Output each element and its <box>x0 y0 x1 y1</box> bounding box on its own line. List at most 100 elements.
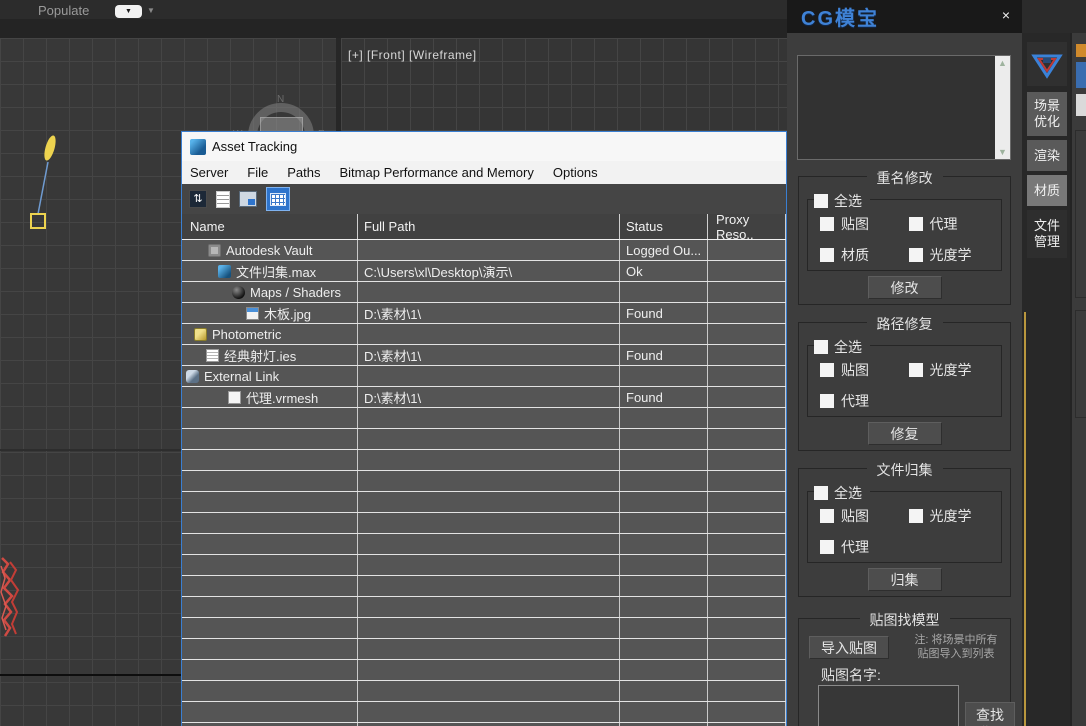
plugin-titlebar[interactable]: CG模宝 × <box>787 0 1022 33</box>
table-row[interactable]: 木板.jpg D:\素材\1\ Found <box>182 303 786 324</box>
dialog-menubar: Server File Paths Bitmap Performance and… <box>182 161 786 184</box>
max-scene-icon <box>218 265 231 278</box>
menu-options[interactable]: Options <box>553 165 598 180</box>
tab-scene-optimize[interactable]: 场景优化 <box>1027 92 1067 136</box>
table-row[interactable]: 代理.vrmesh D:\素材\1\ Found <box>182 387 786 408</box>
checkbox <box>909 248 923 262</box>
red-wireframe-object[interactable] <box>0 550 30 650</box>
checkbox <box>820 540 834 554</box>
map-name-label: 贴图名字: <box>821 665 881 685</box>
table-row[interactable]: Photometric <box>182 324 786 345</box>
dialog-titlebar[interactable]: Asset Tracking <box>182 132 786 161</box>
tab-file-manage[interactable]: 文件管理 <box>1027 210 1067 258</box>
rename-select-all[interactable]: 全选 <box>814 191 870 211</box>
pathfix-select-all[interactable]: 全选 <box>814 337 870 357</box>
table-row-empty[interactable] <box>182 534 786 555</box>
collect-option-photometric[interactable]: 光度学 <box>909 506 998 526</box>
tab-material[interactable]: 材质 <box>1027 175 1067 206</box>
rename-apply-button[interactable]: 修改 <box>868 276 942 299</box>
table-view-icon[interactable] <box>266 187 290 211</box>
table-row-empty[interactable] <box>182 660 786 681</box>
checkbox <box>814 194 828 208</box>
cg-logo-icon <box>1030 47 1064 81</box>
table-row[interactable]: Autodesk Vault Logged Ou... <box>182 240 786 261</box>
cg-logo-tile[interactable] <box>1027 42 1067 86</box>
pathfix-section: 路径修复 全选 贴图 光度学 代理 修复 <box>798 322 1011 451</box>
table-row-empty[interactable] <box>182 408 786 429</box>
ribbon-collapse-button[interactable]: ▼ <box>115 5 142 18</box>
command-panel-orange-icon[interactable] <box>1076 44 1086 57</box>
scroll-down-icon[interactable]: ▼ <box>998 145 1007 159</box>
table-row-empty[interactable] <box>182 702 786 723</box>
menu-server[interactable]: Server <box>190 165 228 180</box>
refresh-icon[interactable]: ⇅ <box>189 190 207 208</box>
plugin-listbox[interactable]: ▲ ▼ <box>797 55 1011 160</box>
collect-option-proxy[interactable]: 代理 <box>820 537 909 557</box>
rename-option-material[interactable]: 材质 <box>820 245 909 265</box>
ribbon-dropdown-arrow-icon[interactable]: ▼ <box>147 6 155 15</box>
pathfix-option-maps[interactable]: 贴图 <box>820 360 909 380</box>
tab-render[interactable]: 渲染 <box>1027 140 1067 171</box>
table-row[interactable]: Maps / Shaders <box>182 282 786 303</box>
rename-option-maps[interactable]: 贴图 <box>820 214 909 234</box>
column-status[interactable]: Status <box>620 214 708 239</box>
rename-section: 重名修改 全选 贴图 代理 材质 光度学 修改 <box>798 176 1011 305</box>
collect-select-all[interactable]: 全选 <box>814 483 870 503</box>
vault-icon <box>208 244 221 257</box>
scroll-up-icon[interactable]: ▲ <box>998 56 1007 70</box>
command-panel-group-outline <box>1075 130 1086 298</box>
table-row-empty[interactable] <box>182 492 786 513</box>
table-row-empty[interactable] <box>182 471 786 492</box>
import-maps-button[interactable]: 导入贴图 <box>809 636 889 659</box>
column-full-path[interactable]: Full Path <box>358 214 620 239</box>
table-row-empty[interactable] <box>182 513 786 534</box>
command-panel-white-control[interactable] <box>1076 94 1086 116</box>
bitmap-file-icon <box>246 307 259 320</box>
column-proxy[interactable]: Proxy Reso.. <box>708 214 786 239</box>
dialog-title: Asset Tracking <box>212 139 297 154</box>
table-row[interactable]: 文件归集.max C:\Users\xl\Desktop\演示\ Ok <box>182 261 786 282</box>
table-row-empty[interactable] <box>182 681 786 702</box>
viewport-label[interactable]: [+] [Front] [Wireframe] <box>348 48 477 62</box>
max-app-icon <box>190 139 206 155</box>
menu-bitmap-performance[interactable]: Bitmap Performance and Memory <box>340 165 534 180</box>
pathfix-option-proxy[interactable]: 代理 <box>820 391 909 411</box>
collect-section-title: 文件归集 <box>867 462 943 478</box>
pathfix-option-photometric[interactable]: 光度学 <box>909 360 998 380</box>
rename-option-proxy[interactable]: 代理 <box>909 214 998 234</box>
find-model-button[interactable]: 查找 模型 <box>965 702 1015 726</box>
table-row-empty[interactable] <box>182 576 786 597</box>
populate-menu[interactable]: Populate <box>38 3 89 18</box>
shader-icon <box>232 286 245 299</box>
viewcube-compass-n[interactable]: N <box>277 94 284 105</box>
collect-option-maps[interactable]: 贴图 <box>820 506 909 526</box>
table-row-empty[interactable] <box>182 639 786 660</box>
target-light-object[interactable] <box>25 130 70 230</box>
table-row-empty[interactable] <box>182 555 786 576</box>
screen: Populate ▼ ▼ TOP N W E [+] [Front] [Wire… <box>0 0 1086 726</box>
collect-apply-button[interactable]: 归集 <box>868 568 942 591</box>
findmodel-section-title: 贴图找模型 <box>860 612 950 628</box>
path-editor-icon[interactable] <box>239 191 257 207</box>
map-name-input[interactable] <box>818 685 959 726</box>
command-panel-blue-control[interactable] <box>1076 62 1086 88</box>
table-row[interactable]: External Link <box>182 366 786 387</box>
rename-option-photometric[interactable]: 光度学 <box>909 245 998 265</box>
command-panel-group-outline <box>1075 310 1086 418</box>
checkbox <box>909 509 923 523</box>
table-row-empty[interactable] <box>182 597 786 618</box>
menu-file[interactable]: File <box>247 165 268 180</box>
pathfix-apply-button[interactable]: 修复 <box>868 422 942 445</box>
table-row-empty[interactable] <box>182 618 786 639</box>
table-row[interactable]: 经典射灯.ies D:\素材\1\ Found <box>182 345 786 366</box>
table-row-empty[interactable] <box>182 450 786 471</box>
asset-tracking-dialog: Asset Tracking Server File Paths Bitmap … <box>181 131 787 726</box>
menu-paths[interactable]: Paths <box>287 165 320 180</box>
checkbox <box>909 217 923 231</box>
checkbox <box>909 363 923 377</box>
listbox-scrollbar[interactable]: ▲ ▼ <box>995 56 1010 159</box>
details-view-icon[interactable] <box>216 191 230 208</box>
table-row-empty[interactable] <box>182 429 786 450</box>
close-icon[interactable]: × <box>998 7 1014 23</box>
column-name[interactable]: Name <box>182 214 358 239</box>
